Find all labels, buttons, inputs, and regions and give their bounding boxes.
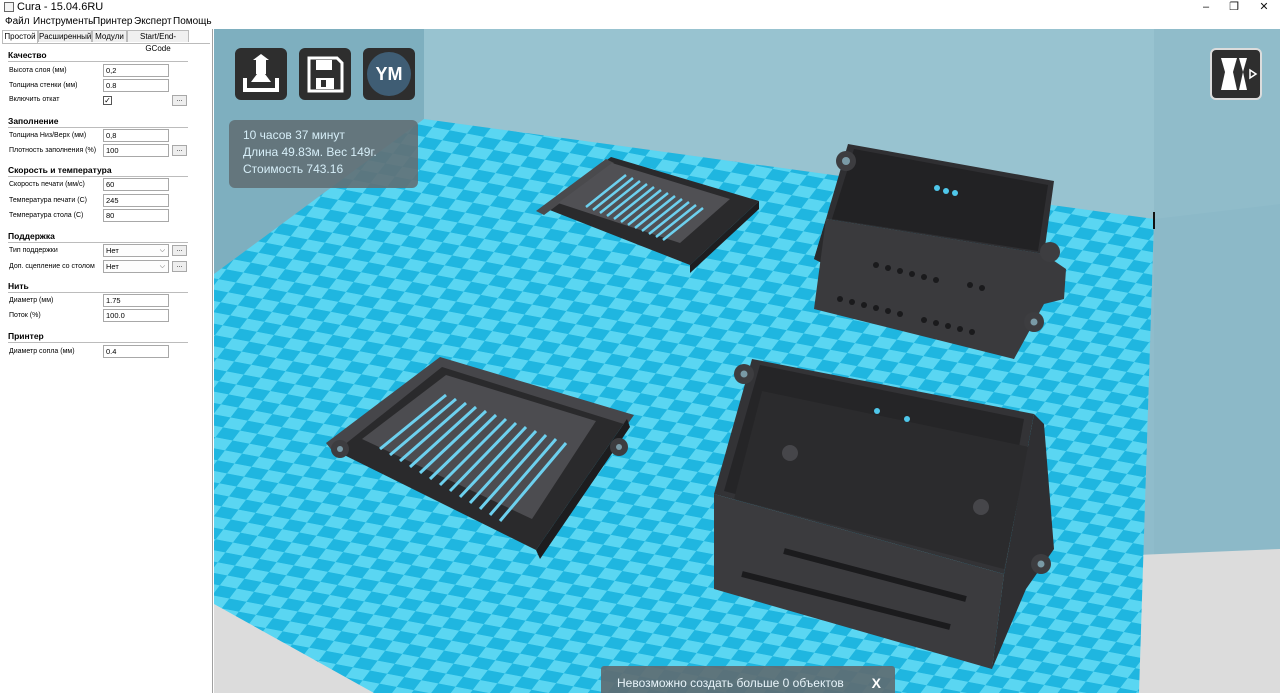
save-button[interactable] (299, 48, 351, 100)
section-support: Поддержка (8, 231, 55, 241)
support-type-label: Тип поддержки (9, 247, 58, 254)
print-info-panel: 10 часов 37 минут Длина 49.83м. Вес 149г… (229, 120, 418, 188)
section-filament: Нить (8, 281, 29, 291)
fill-density-label: Плотность заполнения (%) (9, 147, 97, 154)
fill-settings-button[interactable]: ... (172, 145, 187, 156)
ym-icon: YM (367, 52, 411, 96)
fill-density-input[interactable]: 100 (103, 144, 169, 157)
section-quality: Качество (8, 50, 47, 60)
menu-help[interactable]: Помощь (173, 16, 212, 27)
adhesion-label: Доп. сцепление со столом (9, 263, 95, 270)
view-mode-icon (1221, 58, 1258, 90)
title-bar: Cura - 15.04.6RU – ❐ ✕ (0, 0, 1280, 15)
support-settings-button[interactable]: ... (172, 245, 187, 256)
menu-printer[interactable]: Принтер (93, 16, 132, 27)
chevron-down-icon: ⌵ (159, 263, 165, 270)
divider (8, 127, 188, 128)
menu-expert[interactable]: Эксперт (134, 16, 172, 27)
wall-thickness-label: Толщина стенки (мм) (9, 82, 78, 89)
bottom-top-label: Толщина Низ/Верх (мм) (9, 132, 87, 139)
notification-message: Невозможно создать больше 0 объектов (617, 676, 844, 690)
settings-tabs: Простой Расширенный Модули Start/End-GCo… (2, 30, 210, 53)
layer-height-label: Высота слоя (мм) (9, 67, 67, 74)
settings-panel: Простой Расширенный Модули Start/End-GCo… (0, 29, 213, 693)
close-button[interactable]: ✕ (1248, 0, 1280, 15)
adhesion-value: Нет (106, 262, 119, 271)
section-speed: Скорость и температура (8, 165, 112, 175)
ym-button[interactable]: YM (363, 48, 415, 100)
nozzle-label: Диаметр сопла (мм) (9, 348, 75, 355)
print-time: 10 часов 37 минут (243, 128, 345, 142)
support-type-value: Нет (106, 246, 119, 255)
tab-advanced[interactable]: Расширенный (38, 30, 92, 42)
divider (8, 176, 188, 177)
divider (8, 342, 188, 343)
print-temp-input[interactable]: 245 (103, 194, 169, 207)
window-title: Cura - 15.04.6RU (17, 1, 104, 13)
bed-temp-label: Температура стола (С) (9, 212, 84, 219)
ym-label: YM (376, 64, 403, 84)
diameter-input[interactable]: 1.75 (103, 294, 169, 307)
divider (8, 292, 188, 293)
layer-height-input[interactable]: 0,2 (103, 64, 169, 77)
length-weight: Длина 49.83м. Вес 149г. (243, 145, 377, 159)
wall-thickness-input[interactable]: 0.8 (103, 79, 169, 92)
divider (8, 61, 188, 62)
retraction-label: Включить откат (9, 96, 60, 103)
adhesion-select[interactable]: Нет ⌵ (103, 260, 169, 273)
diameter-label: Диаметр (мм) (9, 297, 54, 304)
section-fill: Заполнение (8, 116, 59, 126)
bed-temp-input[interactable]: 80 (103, 209, 169, 222)
retraction-settings-button[interactable]: ... (172, 95, 187, 106)
flow-input[interactable]: 100.0 (103, 309, 169, 322)
tab-plugins[interactable]: Модули (92, 30, 127, 42)
save-icon (307, 56, 344, 93)
flow-label: Поток (%) (9, 312, 41, 319)
menu-file[interactable]: Файл (5, 16, 30, 27)
menu-tools[interactable]: Инструменты (33, 16, 95, 27)
notification-bar: Невозможно создать больше 0 объектов X (601, 666, 895, 693)
app-icon (4, 2, 14, 12)
tab-start-end-gcode[interactable]: Start/End-GCode (127, 30, 189, 53)
maximize-button[interactable]: ❐ (1218, 0, 1250, 15)
nozzle-input[interactable]: 0.4 (103, 345, 169, 358)
print-speed-label: Скорость печати (мм/с) (9, 181, 85, 188)
print-speed-input[interactable]: 60 (103, 178, 169, 191)
print-cost: Стоимость 743.16 (243, 162, 344, 176)
close-notification-button[interactable]: X (872, 666, 881, 693)
print-temp-label: Температура печати (С) (9, 197, 87, 204)
3d-viewport[interactable]: YM 10 часов 37 минут Длина 49.83м. Вес 1… (214, 29, 1280, 693)
support-type-select[interactable]: Нет ⌵ (103, 244, 169, 257)
bottom-top-input[interactable]: 0,8 (103, 129, 169, 142)
section-printer: Принтер (8, 331, 44, 341)
load-model-button[interactable] (235, 48, 287, 100)
load-icon (243, 54, 279, 92)
menu-bar: Файл Инструменты Принтер Эксперт Помощь (0, 15, 1280, 29)
divider (8, 242, 188, 243)
adhesion-settings-button[interactable]: ... (172, 261, 187, 272)
retraction-checkbox[interactable]: ✓ (103, 96, 112, 105)
chevron-down-icon: ⌵ (159, 247, 165, 254)
view-mode-button[interactable] (1210, 48, 1262, 100)
tab-simple[interactable]: Простой (2, 30, 38, 43)
